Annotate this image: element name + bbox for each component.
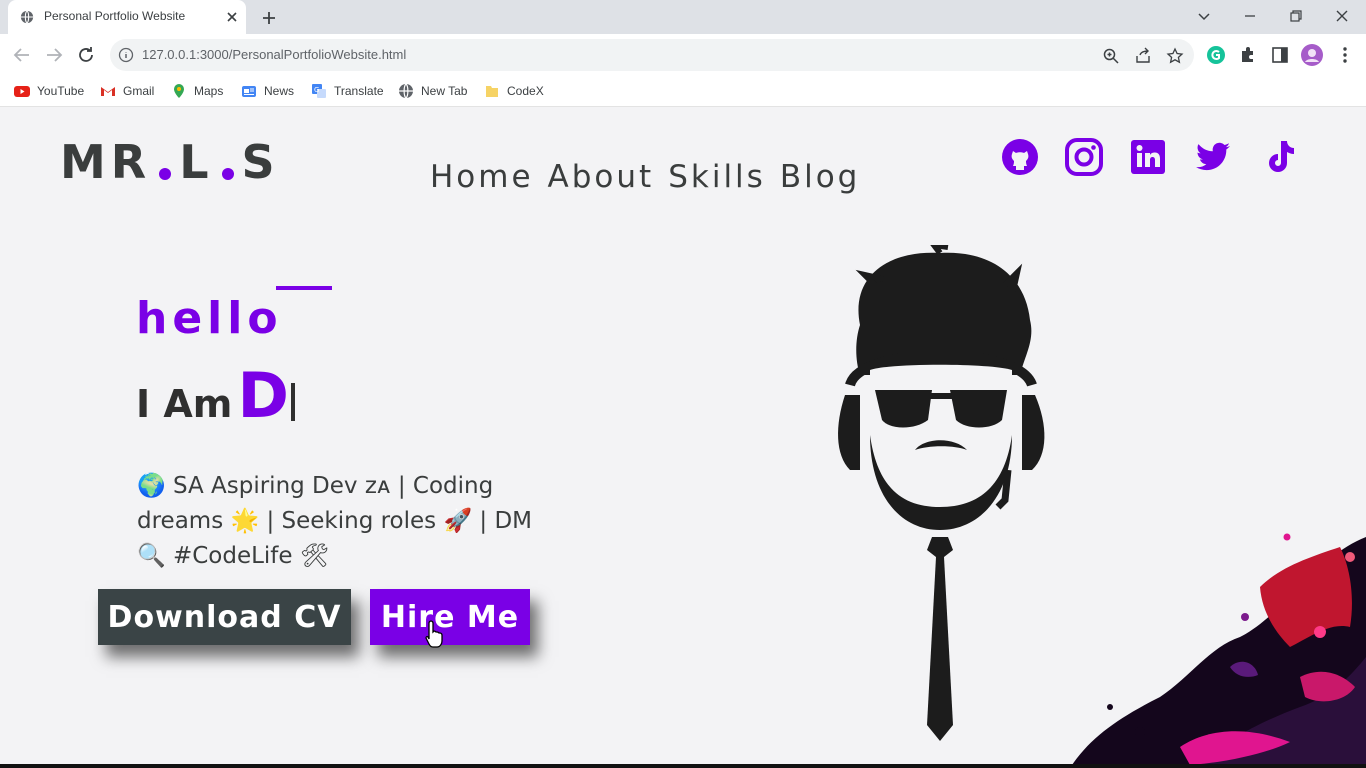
tab-title: Personal Portfolio Website <box>44 9 186 23</box>
bookmark-news[interactable]: News <box>241 82 294 100</box>
bio-line: dreams 🌟 | Seeking roles 🚀 | DM <box>137 508 533 534</box>
hello-underline <box>276 286 332 290</box>
bio-text: 🌍 SA Aspiring Dev ᴢᴀ | Coding dreams 🌟 |… <box>137 469 567 574</box>
minimize-icon[interactable] <box>1242 8 1258 24</box>
browser-toolbar: 127.0.0.1:3000/PersonalPortfolioWebsite.… <box>0 34 1366 76</box>
bio-line: 🔍 #CodeLife 🛠 <box>137 543 330 569</box>
logo-dot <box>221 168 234 180</box>
zoom-icon[interactable] <box>1102 47 1120 65</box>
back-icon[interactable] <box>11 44 33 66</box>
news-icon <box>242 86 256 97</box>
bottom-edge <box>0 764 1366 768</box>
download-cv-button[interactable]: Download CV <box>98 589 351 645</box>
typing-cursor <box>290 383 295 421</box>
site-info-icon[interactable] <box>118 47 134 63</box>
new-tab-icon[interactable] <box>258 7 280 29</box>
share-icon[interactable] <box>1134 47 1152 65</box>
url-text[interactable]: 127.0.0.1:3000/PersonalPortfolioWebsite.… <box>142 47 406 62</box>
close-tab-icon[interactable] <box>224 9 240 25</box>
tiktok-icon[interactable] <box>1259 137 1299 177</box>
translate-icon: G <box>312 84 326 98</box>
grammarly-icon[interactable] <box>1206 45 1226 65</box>
reload-icon[interactable] <box>75 44 97 66</box>
forward-icon[interactable] <box>43 44 65 66</box>
bookmarks-bar: YouTube Gmail Maps News G Translate New … <box>0 76 1366 107</box>
nav-home[interactable]: Home <box>430 159 534 195</box>
restore-icon[interactable] <box>1288 8 1304 24</box>
github-icon[interactable] <box>1000 137 1040 177</box>
bookmark-star-icon[interactable] <box>1166 47 1184 65</box>
hello-heading: hello <box>136 293 283 344</box>
nav-blog[interactable]: Blog <box>780 159 861 195</box>
main-nav: Home About Skills Blog <box>430 159 860 195</box>
menu-kebab-icon[interactable] <box>1335 45 1355 65</box>
instagram-icon[interactable] <box>1064 137 1104 177</box>
tab-search-chevron-icon[interactable] <box>1196 8 1212 24</box>
bookmark-label: Translate <box>334 84 384 98</box>
bookmark-label: Maps <box>194 84 224 98</box>
bookmark-codex[interactable]: CodeX <box>484 82 544 100</box>
bookmark-maps[interactable]: Maps <box>171 82 223 100</box>
intro-prefix: I Am <box>136 382 233 426</box>
typed-name: D <box>237 359 289 432</box>
nav-skills[interactable]: Skills <box>668 159 766 195</box>
nav-about[interactable]: About <box>548 159 655 195</box>
bookmark-youtube[interactable]: YouTube <box>14 82 84 100</box>
typed-intro: I Am D <box>136 359 295 432</box>
profile-avatar[interactable] <box>1301 44 1323 66</box>
side-panel-icon[interactable] <box>1270 45 1290 65</box>
tab-strip: Personal Portfolio Website <box>0 0 1366 34</box>
pointer-hand-cursor-icon <box>425 620 443 648</box>
avatar-illustration <box>838 245 1045 741</box>
logo-part: MR <box>60 135 152 189</box>
youtube-icon <box>14 86 30 97</box>
globe-icon <box>20 10 34 24</box>
bookmark-label: New Tab <box>421 84 468 98</box>
paint-splash-decoration <box>1070 533 1366 768</box>
extensions-icon[interactable] <box>1238 45 1258 65</box>
svg-text:G: G <box>314 86 319 94</box>
portfolio-page: MR L S Home About Skills Blog hello I Am D… <box>0 107 1366 768</box>
hire-me-button[interactable]: Hire Me <box>370 589 530 645</box>
bookmark-label: CodeX <box>507 84 544 98</box>
bio-line: 🌍 SA Aspiring Dev ᴢᴀ | Coding <box>137 473 494 499</box>
globe-icon <box>399 83 413 99</box>
window-close-icon[interactable] <box>1334 8 1350 24</box>
maps-icon <box>174 84 184 98</box>
folder-icon <box>486 86 498 97</box>
browser-tab[interactable]: Personal Portfolio Website <box>8 0 246 34</box>
bookmark-translate[interactable]: G Translate <box>311 82 384 100</box>
bookmark-label: News <box>264 84 295 98</box>
gmail-icon <box>101 87 115 96</box>
bookmark-gmail[interactable]: Gmail <box>100 82 154 100</box>
logo-part: L <box>179 135 214 189</box>
logo-part: S <box>241 135 280 189</box>
bookmark-label: Gmail <box>123 84 155 98</box>
bookmark-label: YouTube <box>37 84 85 98</box>
site-logo[interactable]: MR L S <box>60 135 280 189</box>
linkedin-icon[interactable] <box>1128 137 1168 177</box>
logo-dot <box>159 168 172 180</box>
bookmark-new-tab[interactable]: New Tab <box>398 82 467 100</box>
twitter-icon[interactable] <box>1193 137 1233 177</box>
address-bar[interactable]: 127.0.0.1:3000/PersonalPortfolioWebsite.… <box>110 39 1194 71</box>
